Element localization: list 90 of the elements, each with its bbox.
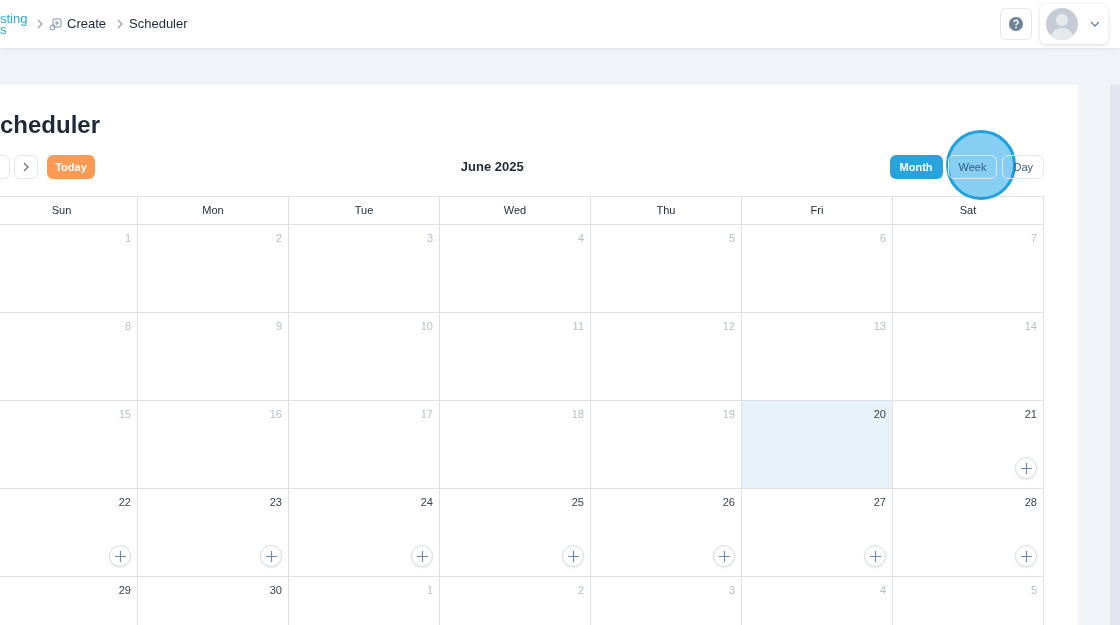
day-cell[interactable]: 11 (439, 313, 590, 401)
month-label: June 2025 (460, 158, 524, 177)
day-number: 15 (118, 407, 131, 422)
day-number: 13 (873, 319, 886, 334)
day-number: 30 (269, 583, 282, 598)
day-cell[interactable]: 16 (137, 401, 288, 489)
add-event-button[interactable] (562, 545, 584, 567)
day-number: 20 (873, 407, 886, 422)
day-cell[interactable]: 17 (288, 401, 439, 489)
day-number: 10 (420, 319, 433, 334)
day-cell[interactable]: 24 (288, 489, 439, 577)
logo-text: sting s (0, 13, 29, 35)
day-number: 5 (728, 231, 735, 246)
day-number: 26 (722, 495, 735, 510)
day-number: 12 (722, 319, 735, 334)
day-number: 23 (269, 495, 282, 510)
day-number: 9 (275, 319, 282, 334)
day-number: 19 (722, 407, 735, 422)
plus-icon (869, 550, 881, 562)
day-cell[interactable]: 25 (439, 489, 590, 577)
add-event-button[interactable] (713, 545, 735, 567)
next-button[interactable] (14, 155, 38, 179)
add-event-button[interactable] (109, 545, 131, 567)
help-button[interactable] (1000, 8, 1032, 40)
breadcrumb-link[interactable]: Create (67, 14, 107, 34)
plus-icon (265, 550, 277, 562)
day-cell[interactable]: 13 (741, 313, 892, 401)
chevron-right-icon (116, 19, 125, 29)
day-number: 2 (275, 231, 282, 246)
chevron-right-icon (36, 19, 44, 29)
day-number: 7 (1030, 231, 1037, 246)
day-cell[interactable]: 2 (137, 225, 288, 313)
today-button[interactable]: Today (47, 155, 95, 179)
plus-icon (114, 550, 126, 562)
page-title: cheduler (0, 113, 102, 139)
add-event-button[interactable] (1015, 457, 1037, 479)
day-cell[interactable]: 21 (892, 401, 1043, 489)
day-number: 11 (572, 319, 584, 334)
day-number: 6 (879, 231, 886, 246)
day-number: 28 (1024, 495, 1037, 510)
day-number: 2 (577, 583, 584, 598)
day-cell[interactable]: 18 (439, 401, 590, 489)
help-icon (1009, 17, 1023, 31)
day-cell[interactable]: 23 (137, 489, 288, 577)
day-number: 3 (728, 583, 735, 598)
day-cell[interactable]: 5 (590, 225, 741, 313)
day-number: 16 (269, 407, 282, 422)
view-tab[interactable]: Month (889, 155, 943, 179)
add-event-button[interactable] (260, 545, 282, 567)
day-number: 1 (124, 231, 131, 246)
day-cell[interactable]: 20 (741, 401, 892, 489)
day-number: 18 (571, 407, 584, 422)
day-cell[interactable]: 4 (439, 225, 590, 313)
day-number: 22 (118, 495, 131, 510)
day-number: 21 (1024, 407, 1037, 422)
day-cell[interactable]: 12 (590, 313, 741, 401)
day-cell[interactable]: 9 (137, 313, 288, 401)
day-number: 27 (873, 495, 886, 510)
day-cell[interactable]: 28 (892, 489, 1043, 577)
day-cell[interactable]: 27 (741, 489, 892, 577)
day-cell[interactable]: 7 (892, 225, 1043, 313)
add-event-button[interactable] (411, 545, 433, 567)
day-number: 24 (420, 495, 433, 510)
plus-icon (718, 550, 730, 562)
chevron-right-icon (22, 162, 30, 172)
day-number: 5 (1030, 583, 1037, 598)
day-cell[interactable]: 19 (590, 401, 741, 489)
day-cell[interactable]: 10 (288, 313, 439, 401)
day-number: 1 (426, 583, 433, 598)
day-number: 14 (1024, 319, 1037, 334)
day-number: 3 (426, 231, 433, 246)
plus-icon (1020, 550, 1032, 562)
day-cell[interactable]: 14 (892, 313, 1043, 401)
day-number: 29 (118, 583, 131, 598)
day-cell[interactable]: 3 (288, 225, 439, 313)
day-cell[interactable]: 6 (741, 225, 892, 313)
add-event-button[interactable] (864, 545, 886, 567)
day-number: 8 (124, 319, 131, 334)
day-number: 25 (571, 495, 584, 510)
day-cell[interactable]: 26 (590, 489, 741, 577)
chevron-down-icon (1090, 21, 1100, 27)
day-number: 4 (577, 231, 584, 246)
avatar-icon (1046, 8, 1078, 40)
add-event-button[interactable] (1015, 545, 1037, 567)
plus-icon (567, 550, 579, 562)
plus-icon (416, 550, 428, 562)
plus-icon (1020, 462, 1032, 474)
day-number: 4 (879, 583, 886, 598)
breadcrumb-link[interactable]: Scheduler (129, 14, 188, 34)
day-number: 17 (420, 407, 433, 422)
